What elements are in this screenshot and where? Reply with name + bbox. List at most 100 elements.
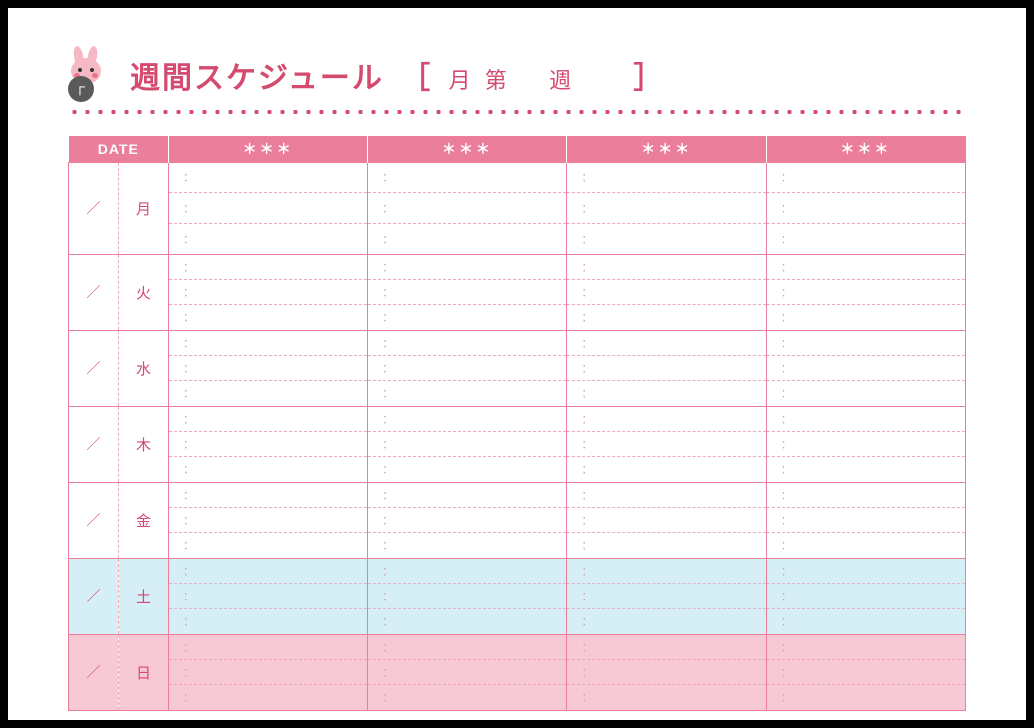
schedule-cell[interactable]: ：：： — [169, 330, 368, 406]
time-slot[interactable]: ： — [767, 609, 965, 633]
time-slot[interactable]: ： — [767, 584, 965, 609]
time-slot[interactable]: ： — [368, 457, 566, 481]
time-slot[interactable]: ： — [368, 381, 566, 405]
time-slot[interactable]: ： — [368, 584, 566, 609]
time-slot[interactable]: ： — [169, 407, 367, 432]
schedule-cell[interactable]: ：：： — [766, 330, 965, 406]
time-slot[interactable]: ： — [767, 407, 965, 432]
time-slot[interactable]: ： — [767, 193, 965, 224]
time-slot[interactable]: ： — [767, 483, 965, 508]
schedule-cell[interactable]: ：：： — [169, 634, 368, 710]
time-slot[interactable]: ： — [567, 559, 765, 584]
date-slash-cell[interactable]: ／ — [69, 482, 119, 558]
time-slot[interactable]: ： — [169, 533, 367, 557]
time-slot[interactable]: ： — [169, 280, 367, 305]
time-slot[interactable]: ： — [169, 255, 367, 280]
time-slot[interactable]: ： — [767, 331, 965, 356]
time-slot[interactable]: ： — [169, 193, 367, 224]
time-slot[interactable]: ： — [567, 660, 765, 685]
time-slot[interactable]: ： — [767, 224, 965, 254]
schedule-cell[interactable]: ：：： — [368, 330, 567, 406]
time-slot[interactable]: ： — [368, 660, 566, 685]
time-slot[interactable]: ： — [368, 280, 566, 305]
time-slot[interactable]: ： — [368, 356, 566, 381]
schedule-cell[interactable]: ：：： — [169, 162, 368, 254]
time-slot[interactable]: ： — [368, 163, 566, 194]
time-slot[interactable]: ： — [567, 685, 765, 709]
time-slot[interactable]: ： — [767, 280, 965, 305]
schedule-cell[interactable]: ：：： — [169, 558, 368, 634]
schedule-cell[interactable]: ：：： — [368, 482, 567, 558]
schedule-cell[interactable]: ：：： — [368, 162, 567, 254]
time-slot[interactable]: ： — [169, 356, 367, 381]
schedule-cell[interactable]: ：：： — [766, 634, 965, 710]
time-slot[interactable]: ： — [169, 609, 367, 633]
time-slot[interactable]: ： — [368, 635, 566, 660]
schedule-cell[interactable]: ：：： — [169, 482, 368, 558]
time-slot[interactable]: ： — [169, 163, 367, 194]
time-slot[interactable]: ： — [567, 635, 765, 660]
date-slash-cell[interactable]: ／ — [69, 254, 119, 330]
schedule-cell[interactable]: ：：： — [766, 254, 965, 330]
date-slash-cell[interactable]: ／ — [69, 330, 119, 406]
time-slot[interactable]: ： — [767, 508, 965, 533]
date-slash-cell[interactable]: ／ — [69, 162, 119, 254]
time-slot[interactable]: ： — [368, 255, 566, 280]
time-slot[interactable]: ： — [169, 381, 367, 405]
time-slot[interactable]: ： — [767, 255, 965, 280]
time-slot[interactable]: ： — [169, 331, 367, 356]
time-slot[interactable]: ： — [767, 559, 965, 584]
schedule-cell[interactable]: ：：： — [368, 406, 567, 482]
time-slot[interactable]: ： — [169, 635, 367, 660]
time-slot[interactable]: ： — [368, 432, 566, 457]
time-slot[interactable]: ： — [767, 685, 965, 709]
schedule-cell[interactable]: ：：： — [766, 406, 965, 482]
time-slot[interactable]: ： — [767, 660, 965, 685]
time-slot[interactable]: ： — [368, 508, 566, 533]
schedule-cell[interactable]: ：：： — [169, 254, 368, 330]
time-slot[interactable]: ： — [567, 508, 765, 533]
schedule-cell[interactable]: ：：： — [567, 634, 766, 710]
time-slot[interactable]: ： — [767, 163, 965, 194]
date-slash-cell[interactable]: ／ — [69, 558, 119, 634]
time-slot[interactable]: ： — [567, 255, 765, 280]
time-slot[interactable]: ： — [368, 193, 566, 224]
time-slot[interactable]: ： — [767, 305, 965, 329]
time-slot[interactable]: ： — [567, 356, 765, 381]
schedule-cell[interactable]: ：：： — [368, 558, 567, 634]
time-slot[interactable]: ： — [169, 508, 367, 533]
time-slot[interactable]: ： — [567, 407, 765, 432]
schedule-cell[interactable]: ：：： — [766, 558, 965, 634]
schedule-cell[interactable]: ：：： — [368, 634, 567, 710]
time-slot[interactable]: ： — [368, 331, 566, 356]
schedule-cell[interactable]: ：：： — [567, 558, 766, 634]
schedule-cell[interactable]: ：：： — [567, 254, 766, 330]
time-slot[interactable]: ： — [567, 584, 765, 609]
time-slot[interactable]: ： — [169, 457, 367, 481]
schedule-cell[interactable]: ：：： — [766, 162, 965, 254]
date-slash-cell[interactable]: ／ — [69, 634, 119, 710]
time-slot[interactable]: ： — [169, 584, 367, 609]
time-slot[interactable]: ： — [169, 224, 367, 254]
schedule-cell[interactable]: ：：： — [567, 162, 766, 254]
date-slash-cell[interactable]: ／ — [69, 406, 119, 482]
schedule-cell[interactable]: ：：： — [567, 406, 766, 482]
time-slot[interactable]: ： — [169, 660, 367, 685]
time-slot[interactable]: ： — [567, 609, 765, 633]
time-slot[interactable]: ： — [567, 305, 765, 329]
time-slot[interactable]: ： — [567, 432, 765, 457]
time-slot[interactable]: ： — [767, 533, 965, 557]
time-slot[interactable]: ： — [767, 356, 965, 381]
time-slot[interactable]: ： — [368, 305, 566, 329]
time-slot[interactable]: ： — [169, 432, 367, 457]
time-slot[interactable]: ： — [767, 635, 965, 660]
time-slot[interactable]: ： — [368, 224, 566, 254]
time-slot[interactable]: ： — [169, 559, 367, 584]
time-slot[interactable]: ： — [368, 483, 566, 508]
time-slot[interactable]: ： — [567, 483, 765, 508]
time-slot[interactable]: ： — [567, 381, 765, 405]
time-slot[interactable]: ： — [567, 533, 765, 557]
schedule-cell[interactable]: ：：： — [368, 254, 567, 330]
time-slot[interactable]: ： — [169, 685, 367, 709]
time-slot[interactable]: ： — [567, 331, 765, 356]
